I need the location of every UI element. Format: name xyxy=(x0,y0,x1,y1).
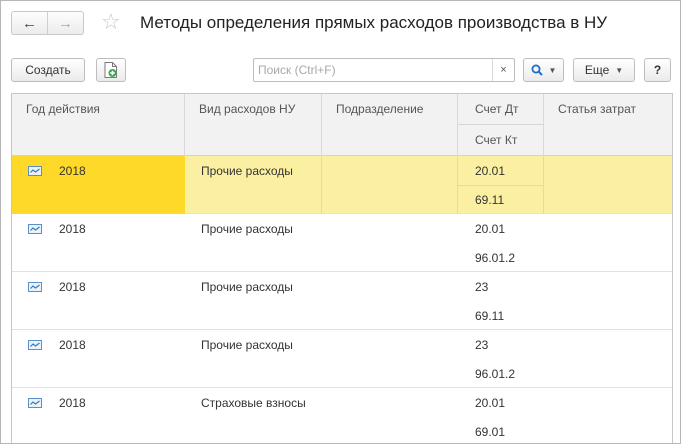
search-button[interactable]: ▼ xyxy=(523,58,564,82)
record-icon xyxy=(28,398,42,408)
column-header-account-kt[interactable]: Счет Кт xyxy=(458,125,543,156)
cell-account-dt: 20.01 xyxy=(475,396,506,410)
cell-account-dt: 20.01 xyxy=(475,222,506,236)
cell-accounts: 23 69.11 xyxy=(458,272,544,330)
cell-year-value: 2018 xyxy=(59,164,86,178)
chevron-down-icon: ▼ xyxy=(615,65,624,75)
arrow-right-icon: → xyxy=(58,14,73,32)
records-table: Год действия Вид расходов НУ Подразделен… xyxy=(11,93,673,443)
account-divider xyxy=(458,185,544,186)
column-header-cost-item[interactable]: Статья затрат xyxy=(544,94,672,156)
cell-account-kt: 69.11 xyxy=(475,193,505,207)
cell-account-dt: 23 xyxy=(475,280,489,294)
arrow-left-icon: ← xyxy=(22,14,37,32)
cell-account-dt: 20.01 xyxy=(475,164,506,178)
favorite-star-icon[interactable]: ☆ xyxy=(101,9,121,35)
cell-cost-item xyxy=(544,388,672,443)
record-icon xyxy=(28,340,42,350)
search-input[interactable] xyxy=(254,59,492,81)
table-row[interactable]: 2018 Страховые взносы 20.01 69.01 xyxy=(12,388,672,443)
cell-year: 2018 xyxy=(12,330,185,388)
column-header-department[interactable]: Подразделение xyxy=(322,94,458,156)
page-title: Методы определения прямых расходов произ… xyxy=(140,13,608,32)
cell-expense-kind: Прочие расходы xyxy=(201,222,293,236)
more-button[interactable]: Еще ▼ xyxy=(573,58,635,82)
record-icon xyxy=(28,282,42,292)
cell-expense-kind: Прочие расходы xyxy=(185,156,322,214)
copy-document-icon xyxy=(104,62,117,78)
cell-department xyxy=(322,388,458,443)
magnifier-icon xyxy=(531,64,543,76)
more-button-label: Еще xyxy=(584,63,610,77)
record-icon xyxy=(28,224,42,234)
cell-year: 2018 xyxy=(12,388,185,443)
column-header-year[interactable]: Год действия xyxy=(12,94,185,156)
cell-account-kt: 96.01.2 xyxy=(475,367,516,381)
toolbar: Создать × ▼ Еще ▼ ? xyxy=(1,58,680,84)
cell-cost-item xyxy=(544,214,672,272)
cell-expense-kind: Прочие расходы xyxy=(201,280,293,294)
nav-buttons: ← → xyxy=(11,11,84,35)
cell-department xyxy=(322,330,458,388)
record-icon xyxy=(28,166,42,176)
cell-year: 2018 xyxy=(12,272,185,330)
cell-year-value: 2018 xyxy=(59,222,86,236)
table-row[interactable]: 2018 Прочие расходы 23 96.01.2 xyxy=(12,330,672,388)
cell-year-value: 2018 xyxy=(59,396,86,410)
table-row[interactable]: 2018 Прочие расходы 23 69.11 xyxy=(12,272,672,330)
cell-year: 2018 xyxy=(12,156,185,214)
cell-department xyxy=(322,272,458,330)
cell-cost-item xyxy=(544,330,672,388)
cell-department xyxy=(322,214,458,272)
create-button[interactable]: Создать xyxy=(11,58,85,82)
header: ← → ☆ Методы определения прямых расходов… xyxy=(1,1,680,47)
cell-year: 2018 xyxy=(12,214,185,272)
cell-accounts: 23 96.01.2 xyxy=(458,330,544,388)
copy-button[interactable] xyxy=(96,58,126,82)
cell-year-value: 2018 xyxy=(59,280,86,294)
cell-expense-kind: Страховые взносы xyxy=(201,396,306,410)
cell-accounts: 20.01 96.01.2 xyxy=(458,214,544,272)
cell-account-kt: 69.11 xyxy=(475,309,505,323)
back-button[interactable]: ← xyxy=(12,12,47,34)
cell-department xyxy=(322,156,458,214)
window: ← → ☆ Методы определения прямых расходов… xyxy=(0,0,681,444)
cell-accounts: 20.01 69.11 xyxy=(458,156,544,214)
cell-account-kt: 96.01.2 xyxy=(475,251,516,265)
help-button[interactable]: ? xyxy=(644,58,671,82)
cell-account-dt: 23 xyxy=(475,338,489,352)
chevron-down-icon: ▼ xyxy=(548,65,557,75)
cell-accounts: 20.01 69.01 xyxy=(458,388,544,443)
column-header-expense-kind[interactable]: Вид расходов НУ xyxy=(185,94,322,156)
cell-year-value: 2018 xyxy=(59,338,86,352)
forward-button[interactable]: → xyxy=(47,12,83,34)
cell-cost-item xyxy=(544,156,672,214)
table-row[interactable]: 2018 Прочие расходы 20.01 69.11 xyxy=(12,156,672,214)
table-header: Год действия Вид расходов НУ Подразделен… xyxy=(12,94,672,156)
clear-search-button[interactable]: × xyxy=(492,59,514,81)
column-header-account-dt[interactable]: Счет Дт xyxy=(458,94,543,125)
cell-expense-kind: Прочие расходы xyxy=(201,338,293,352)
cell-cost-item xyxy=(544,272,672,330)
column-header-accounts: Счет Дт Счет Кт xyxy=(458,94,544,156)
search-box: × xyxy=(253,58,515,82)
table-row[interactable]: 2018 Прочие расходы 20.01 96.01.2 xyxy=(12,214,672,272)
cell-account-kt: 69.01 xyxy=(475,425,506,439)
